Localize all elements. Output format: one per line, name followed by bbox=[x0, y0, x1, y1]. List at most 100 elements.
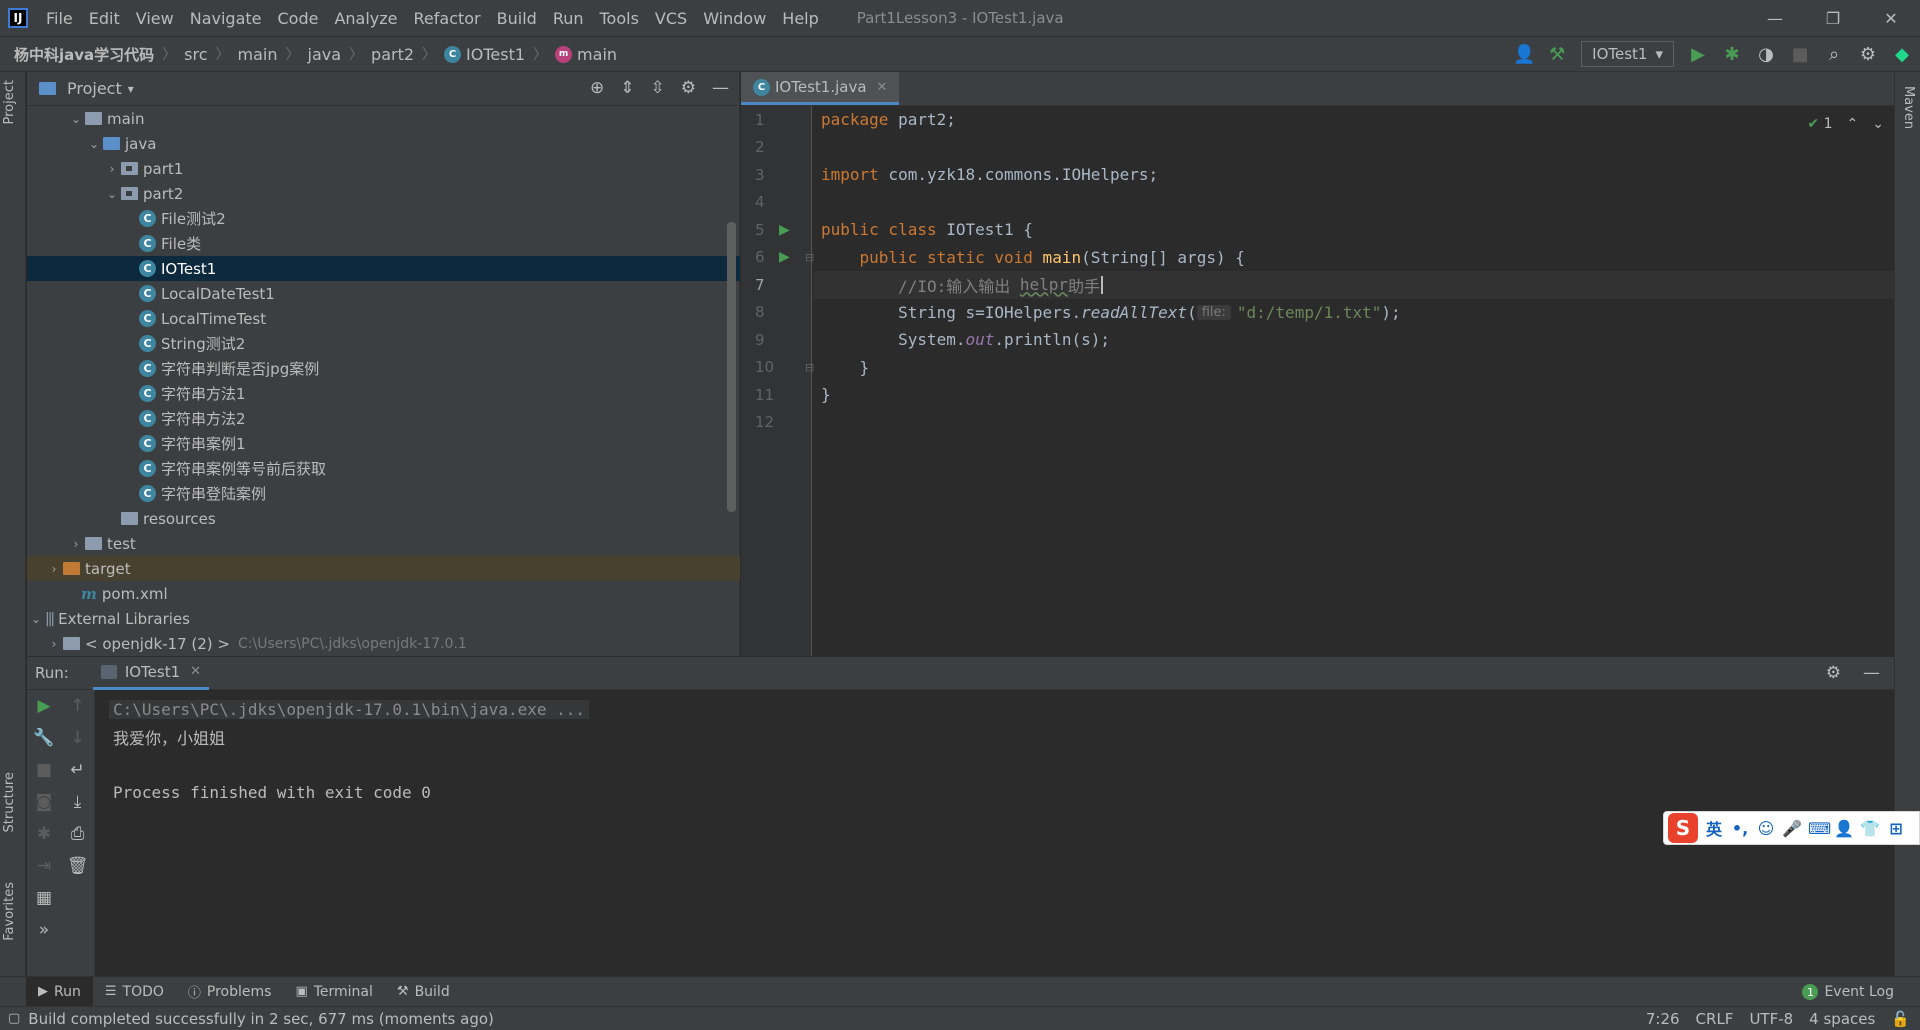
menu-tools[interactable]: Tools bbox=[592, 9, 647, 28]
code-area[interactable]: package part2; import com.yzk18.commons.… bbox=[813, 106, 1894, 656]
tree-item-external-libraries[interactable]: ⌄ ||| External Libraries bbox=[27, 606, 740, 631]
close-icon[interactable]: ✕ bbox=[190, 664, 201, 679]
run-configuration-select[interactable]: IOTest1 ▾ bbox=[1581, 41, 1674, 67]
project-tool-button[interactable]: Project bbox=[2, 80, 17, 124]
menu-run[interactable]: Run bbox=[545, 9, 592, 28]
chevron-down-icon[interactable]: ⌄ bbox=[103, 187, 121, 201]
caret-position[interactable]: 7:26 bbox=[1646, 1010, 1680, 1028]
breadcrumb-java[interactable]: java bbox=[300, 45, 342, 64]
chevron-down-icon[interactable]: ⌄ bbox=[67, 112, 85, 126]
favorites-tool-button[interactable]: Favorites bbox=[2, 882, 17, 941]
tree-item-class[interactable]: C String测试2 bbox=[27, 331, 740, 356]
soft-wrap-icon[interactable]: ↵ bbox=[61, 754, 94, 786]
locate-icon[interactable]: ⊕ bbox=[590, 78, 604, 98]
tree-item-class[interactable]: C LocalTimeTest bbox=[27, 306, 740, 331]
menu-help[interactable]: Help bbox=[774, 9, 826, 28]
grid-icon[interactable]: ⊞ bbox=[1886, 819, 1906, 838]
tree-item-part1[interactable]: › part1 bbox=[27, 156, 740, 181]
console-output[interactable]: C:\Users\PC\.jdks\openjdk-17.0.1\bin\jav… bbox=[95, 690, 1894, 976]
inspection-widget[interactable]: ✔ 1 ⌃ ⌄ bbox=[1807, 116, 1884, 132]
restore-button[interactable]: ❐ bbox=[1804, 0, 1862, 36]
gear-icon[interactable]: ⚙ bbox=[681, 78, 696, 98]
scroll-to-end-icon[interactable]: ⤓ bbox=[61, 786, 94, 818]
breadcrumb-class[interactable]: C IOTest1 bbox=[436, 45, 525, 64]
code-with-me-icon[interactable]: ◆ bbox=[1892, 44, 1912, 65]
chevron-right-icon[interactable]: › bbox=[45, 637, 63, 651]
layout-toggle-icon[interactable]: ▢ bbox=[8, 1011, 20, 1026]
menu-navigate[interactable]: Navigate bbox=[182, 9, 270, 28]
arrow-down-icon[interactable]: ↓ bbox=[61, 722, 94, 754]
inspection-status[interactable]: ✔ 1 bbox=[1807, 116, 1832, 132]
minimize-button[interactable]: — bbox=[1746, 0, 1804, 36]
tree-item-class[interactable]: C 字符串案例1 bbox=[27, 431, 740, 456]
skin-icon[interactable]: 👕 bbox=[1860, 819, 1880, 838]
stop-icon[interactable]: ■ bbox=[1790, 44, 1810, 65]
lock-icon[interactable]: 🔓 bbox=[1891, 1010, 1910, 1028]
breadcrumb-project[interactable]: 杨中科java学习代码 bbox=[0, 44, 154, 65]
tree-item-class[interactable]: C 字符串案例等号前后获取 bbox=[27, 456, 740, 481]
console-command[interactable]: C:\Users\PC\.jdks\openjdk-17.0.1\bin\jav… bbox=[109, 700, 590, 720]
tree-item-class[interactable]: C 字符串方法1 bbox=[27, 381, 740, 406]
expand-all-icon[interactable]: ⇕ bbox=[620, 78, 634, 98]
debug-icon[interactable]: ✱ bbox=[1722, 44, 1742, 65]
trash-icon[interactable]: 🗑 bbox=[61, 850, 94, 882]
breadcrumb-src[interactable]: src bbox=[176, 45, 207, 64]
wrench-icon[interactable]: 🔧 bbox=[27, 722, 61, 754]
microphone-icon[interactable]: 🎤 bbox=[1782, 819, 1802, 838]
gear-icon[interactable]: ⚙ bbox=[1858, 44, 1878, 65]
emoji-icon[interactable]: ☺ bbox=[1756, 819, 1776, 838]
tree-item-class-selected[interactable]: C IOTest1 bbox=[27, 256, 740, 281]
tree-item-class[interactable]: C 字符串方法2 bbox=[27, 406, 740, 431]
layout-icon[interactable]: ▦ bbox=[27, 882, 61, 914]
chevron-down-icon[interactable]: ⌄ bbox=[27, 612, 45, 626]
menu-edit[interactable]: Edit bbox=[81, 9, 128, 28]
search-icon[interactable]: ⌕ bbox=[1824, 44, 1844, 65]
coverage-icon[interactable]: ◑ bbox=[1756, 44, 1776, 65]
menu-file[interactable]: File bbox=[38, 9, 81, 28]
tree-item-class[interactable]: C 字符串登陆案例 bbox=[27, 481, 740, 506]
chevron-down-icon[interactable]: ⌄ bbox=[1872, 116, 1884, 132]
tree-item-part2[interactable]: ⌄ part2 bbox=[27, 181, 740, 206]
chevron-right-icon[interactable]: › bbox=[67, 537, 85, 551]
menu-build[interactable]: Build bbox=[489, 9, 545, 28]
menu-refactor[interactable]: Refactor bbox=[406, 9, 489, 28]
close-window-button[interactable]: ✕ bbox=[1862, 0, 1920, 36]
ime-mode[interactable]: 英 bbox=[1704, 816, 1724, 840]
run-icon[interactable]: ▶ bbox=[1688, 44, 1708, 65]
menu-window[interactable]: Window bbox=[695, 9, 774, 28]
print-icon[interactable]: ⎙ bbox=[61, 818, 94, 850]
chevron-right-icon[interactable]: › bbox=[103, 162, 121, 176]
punctuation-icon[interactable]: •, bbox=[1730, 819, 1750, 838]
breadcrumb-method[interactable]: m main bbox=[547, 45, 617, 64]
tree-item-target[interactable]: › target bbox=[27, 556, 740, 581]
run-tab-iotest1[interactable]: IOTest1 ✕ bbox=[92, 657, 210, 690]
tree-item-class[interactable]: C LocalDateTest1 bbox=[27, 281, 740, 306]
status-message[interactable]: Build completed successfully in 2 sec, 6… bbox=[20, 1010, 494, 1028]
toolwindow-todo[interactable]: ☰ TODO bbox=[93, 977, 176, 1007]
file-encoding[interactable]: UTF-8 bbox=[1749, 1010, 1793, 1028]
run-gutter-icon[interactable]: ▶ bbox=[779, 249, 790, 265]
chevron-down-icon[interactable]: ⌄ bbox=[85, 137, 103, 151]
menu-view[interactable]: View bbox=[128, 9, 182, 28]
tree-item-class[interactable]: C File测试2 bbox=[27, 206, 740, 231]
indent-setting[interactable]: 4 spaces bbox=[1809, 1010, 1875, 1028]
stop-icon[interactable]: ■ bbox=[27, 754, 61, 786]
hide-icon[interactable]: — bbox=[1863, 663, 1880, 683]
tree-item-class[interactable]: C File类 bbox=[27, 231, 740, 256]
breadcrumb-part2[interactable]: part2 bbox=[363, 45, 414, 64]
line-separator[interactable]: CRLF bbox=[1696, 1010, 1734, 1028]
exit-icon[interactable]: ⇥ bbox=[27, 850, 61, 882]
hide-icon[interactable]: — bbox=[712, 78, 729, 98]
tree-item-java[interactable]: ⌄ java bbox=[27, 131, 740, 156]
chevron-right-icon[interactable]: › bbox=[45, 562, 63, 576]
collapse-all-icon[interactable]: ⇳ bbox=[651, 78, 665, 98]
gear-icon[interactable]: ⚙ bbox=[1826, 663, 1841, 683]
tree-item-pom[interactable]: m pom.xml bbox=[27, 581, 740, 606]
event-log-button[interactable]: 1 Event Log bbox=[1802, 977, 1894, 1007]
keyboard-icon[interactable]: ⌨ bbox=[1808, 819, 1831, 838]
chevron-down-icon[interactable]: ▾ bbox=[128, 82, 134, 96]
tree-item-jdk[interactable]: › < openjdk-17 (2) > C:\Users\PC\.jdks\ope… bbox=[27, 631, 740, 656]
project-view-select[interactable]: Project bbox=[67, 79, 122, 98]
more-icon[interactable]: » bbox=[27, 914, 61, 946]
menu-analyze[interactable]: Analyze bbox=[326, 9, 405, 28]
